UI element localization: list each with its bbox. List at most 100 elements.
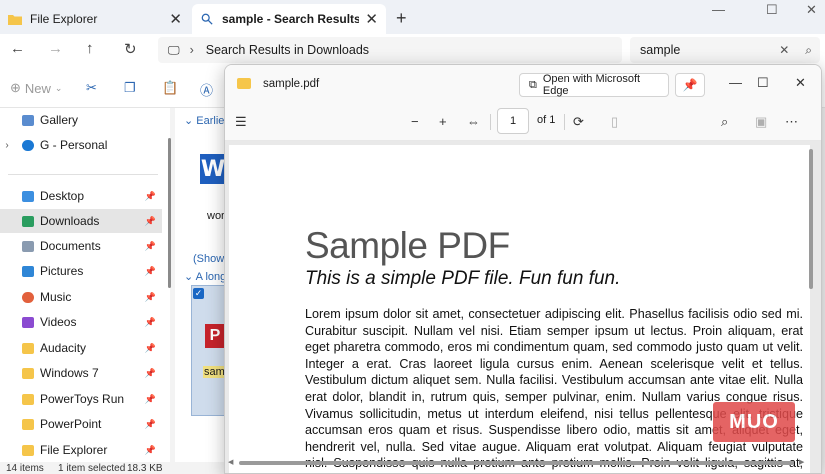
sidebar-item-onedrive[interactable]: › G - Personal xyxy=(0,133,162,157)
minimize-icon[interactable]: — xyxy=(712,2,725,17)
close-icon[interactable]: ✕ xyxy=(365,10,378,28)
divider xyxy=(490,114,491,130)
desktop-icon xyxy=(22,190,34,202)
vertical-scrollbar[interactable] xyxy=(809,149,813,289)
divider xyxy=(564,114,565,130)
sidebar-item-label: Videos xyxy=(40,315,77,329)
pin-icon: 📌 xyxy=(144,316,156,327)
sidebar-item-windows7[interactable]: Windows 7 📌 xyxy=(0,361,162,385)
address-bar[interactable]: 🖵 › Search Results in Downloads xyxy=(158,37,622,63)
refresh-button[interactable]: ↻ xyxy=(124,40,137,58)
document-body: Lorem ipsum dolor sit amet, consectetuer… xyxy=(305,307,803,473)
pin-icon: 📌 xyxy=(144,291,156,302)
sidebar-item-desktop[interactable]: Desktop 📌 xyxy=(0,184,162,208)
peek-icon xyxy=(237,78,251,89)
open-with-edge-button[interactable]: ⧉ Open with Microsoft Edge xyxy=(519,73,669,97)
sidebar-item-powerpoint[interactable]: PowerPoint 📌 xyxy=(0,412,162,436)
document-subtitle: This is a simple PDF file. Fun fun fun. xyxy=(305,268,621,289)
monitor-icon: 🖵 xyxy=(168,42,180,57)
pin-button[interactable]: 📌 xyxy=(675,73,705,97)
maximize-icon[interactable]: ☐ xyxy=(757,75,769,91)
file-name: wor xyxy=(207,210,225,222)
sidebar-item-label: PowerToys Run xyxy=(40,392,125,406)
paste-icon[interactable]: 📋 xyxy=(162,80,178,96)
save-icon[interactable]: ▣ xyxy=(755,114,767,130)
videos-icon xyxy=(22,316,34,328)
navigation-pane: Gallery › G - Personal Desktop 📌 Downloa… xyxy=(0,108,170,462)
folder-icon xyxy=(22,342,34,354)
new-tab-button[interactable]: + xyxy=(396,8,407,29)
rename-icon[interactable]: Ⓐ xyxy=(200,80,213,99)
tab-search-results[interactable]: sample - Search Results in Dow ✕ xyxy=(192,4,386,34)
sidebar-item-file-explorer[interactable]: File Explorer 📌 xyxy=(0,438,162,462)
sidebar-item-label: Music xyxy=(40,290,72,304)
selection-size: 18.3 KB xyxy=(127,463,163,474)
sidebar-item-label: Downloads xyxy=(40,214,100,228)
rotate-icon[interactable]: ⟳ xyxy=(573,114,584,130)
sidebar-item-gallery[interactable]: Gallery xyxy=(0,108,162,132)
sidebar-item-label: Gallery xyxy=(40,113,79,127)
tab-label: sample - Search Results in Dow xyxy=(222,12,360,26)
fit-width-icon[interactable]: ⇔ xyxy=(467,114,480,129)
checkbox-checked-icon[interactable]: ✓ xyxy=(193,288,204,299)
document-title: Sample PDF xyxy=(305,225,510,266)
folder-icon xyxy=(22,393,34,405)
search-icon xyxy=(201,13,213,25)
page-number-input[interactable]: 1 xyxy=(497,108,529,134)
group-header-long[interactable]: ⌄ A long xyxy=(184,270,226,283)
new-button[interactable]: ⊕ New ⌄ xyxy=(10,80,62,96)
more-options-icon[interactable]: ⋯ xyxy=(785,114,798,130)
scroll-right-icon[interactable]: ▶ xyxy=(799,458,804,466)
pin-icon: 📌 xyxy=(144,215,156,226)
group-header-earlier[interactable]: ⌄ Earlier xyxy=(184,114,228,127)
zoom-in-icon[interactable]: + xyxy=(439,114,447,129)
sidebar-item-videos[interactable]: Videos 📌 xyxy=(0,310,162,334)
search-input[interactable]: sample xyxy=(640,43,779,57)
sidebar-item-label: Desktop xyxy=(40,189,85,203)
pin-icon: 📌 xyxy=(144,342,156,353)
pin-icon: 📌 xyxy=(144,240,156,251)
pdf-title-bar: sample.pdf ⧉ Open with Microsoft Edge 📌 … xyxy=(225,65,821,103)
copy-icon[interactable]: ❐ xyxy=(124,80,136,96)
cut-icon[interactable]: ✂ xyxy=(86,80,97,96)
pin-icon: 📌 xyxy=(144,393,156,404)
horizontal-scrollbar[interactable] xyxy=(239,461,794,465)
tab-file-explorer[interactable]: File Explorer ✕ xyxy=(0,4,190,34)
search-icon[interactable]: ⌕ xyxy=(805,43,812,58)
address-bar-row: ← → ↑ ↻ 🖵 › Search Results in Downloads … xyxy=(0,34,825,66)
back-button[interactable]: ← xyxy=(10,40,25,57)
forward-button[interactable]: → xyxy=(48,40,63,57)
close-icon[interactable]: ✕ xyxy=(169,10,182,28)
sidebar-item-documents[interactable]: Documents 📌 xyxy=(0,234,162,258)
word-file-icon[interactable]: W xyxy=(200,154,226,184)
search-icon[interactable]: ⌕ xyxy=(721,114,728,130)
close-window-icon[interactable]: ✕ xyxy=(806,2,817,18)
up-button[interactable]: ↑ xyxy=(86,40,94,57)
sidebar-item-music[interactable]: Music 📌 xyxy=(0,285,162,309)
pin-icon: 📌 xyxy=(682,78,698,92)
sidebar-item-downloads[interactable]: Downloads 📌 xyxy=(0,209,162,233)
scroll-left-icon[interactable]: ◀ xyxy=(228,458,233,466)
item-count: 14 items xyxy=(6,463,44,474)
folder-icon xyxy=(22,418,34,430)
close-icon[interactable]: ✕ xyxy=(795,75,806,91)
open-external-icon: ⧉ xyxy=(529,78,537,91)
sidebar-item-pictures[interactable]: Pictures 📌 xyxy=(0,259,162,283)
two-page-icon[interactable]: ▯ xyxy=(611,114,618,130)
pictures-icon xyxy=(22,265,34,277)
pin-icon: 📌 xyxy=(144,418,156,429)
sidebar-item-powertoys-run[interactable]: PowerToys Run 📌 xyxy=(0,387,162,411)
sidebar-item-audacity[interactable]: Audacity 📌 xyxy=(0,336,162,360)
sidebar-item-label: Pictures xyxy=(40,264,84,278)
clear-icon[interactable]: ✕ xyxy=(779,43,789,57)
contents-icon[interactable]: ☰ xyxy=(235,114,247,130)
breadcrumb: Search Results in Downloads xyxy=(205,43,370,57)
tab-label: File Explorer xyxy=(30,12,98,26)
zoom-out-icon[interactable]: − xyxy=(411,114,419,129)
search-box[interactable]: sample ✕ ⌕ xyxy=(630,37,820,63)
sidebar-scrollbar[interactable] xyxy=(168,138,171,288)
minimize-icon[interactable]: — xyxy=(729,75,742,90)
gallery-icon xyxy=(22,114,34,126)
chevron-right-icon[interactable]: › xyxy=(0,140,14,151)
maximize-icon[interactable]: ☐ xyxy=(766,2,778,18)
